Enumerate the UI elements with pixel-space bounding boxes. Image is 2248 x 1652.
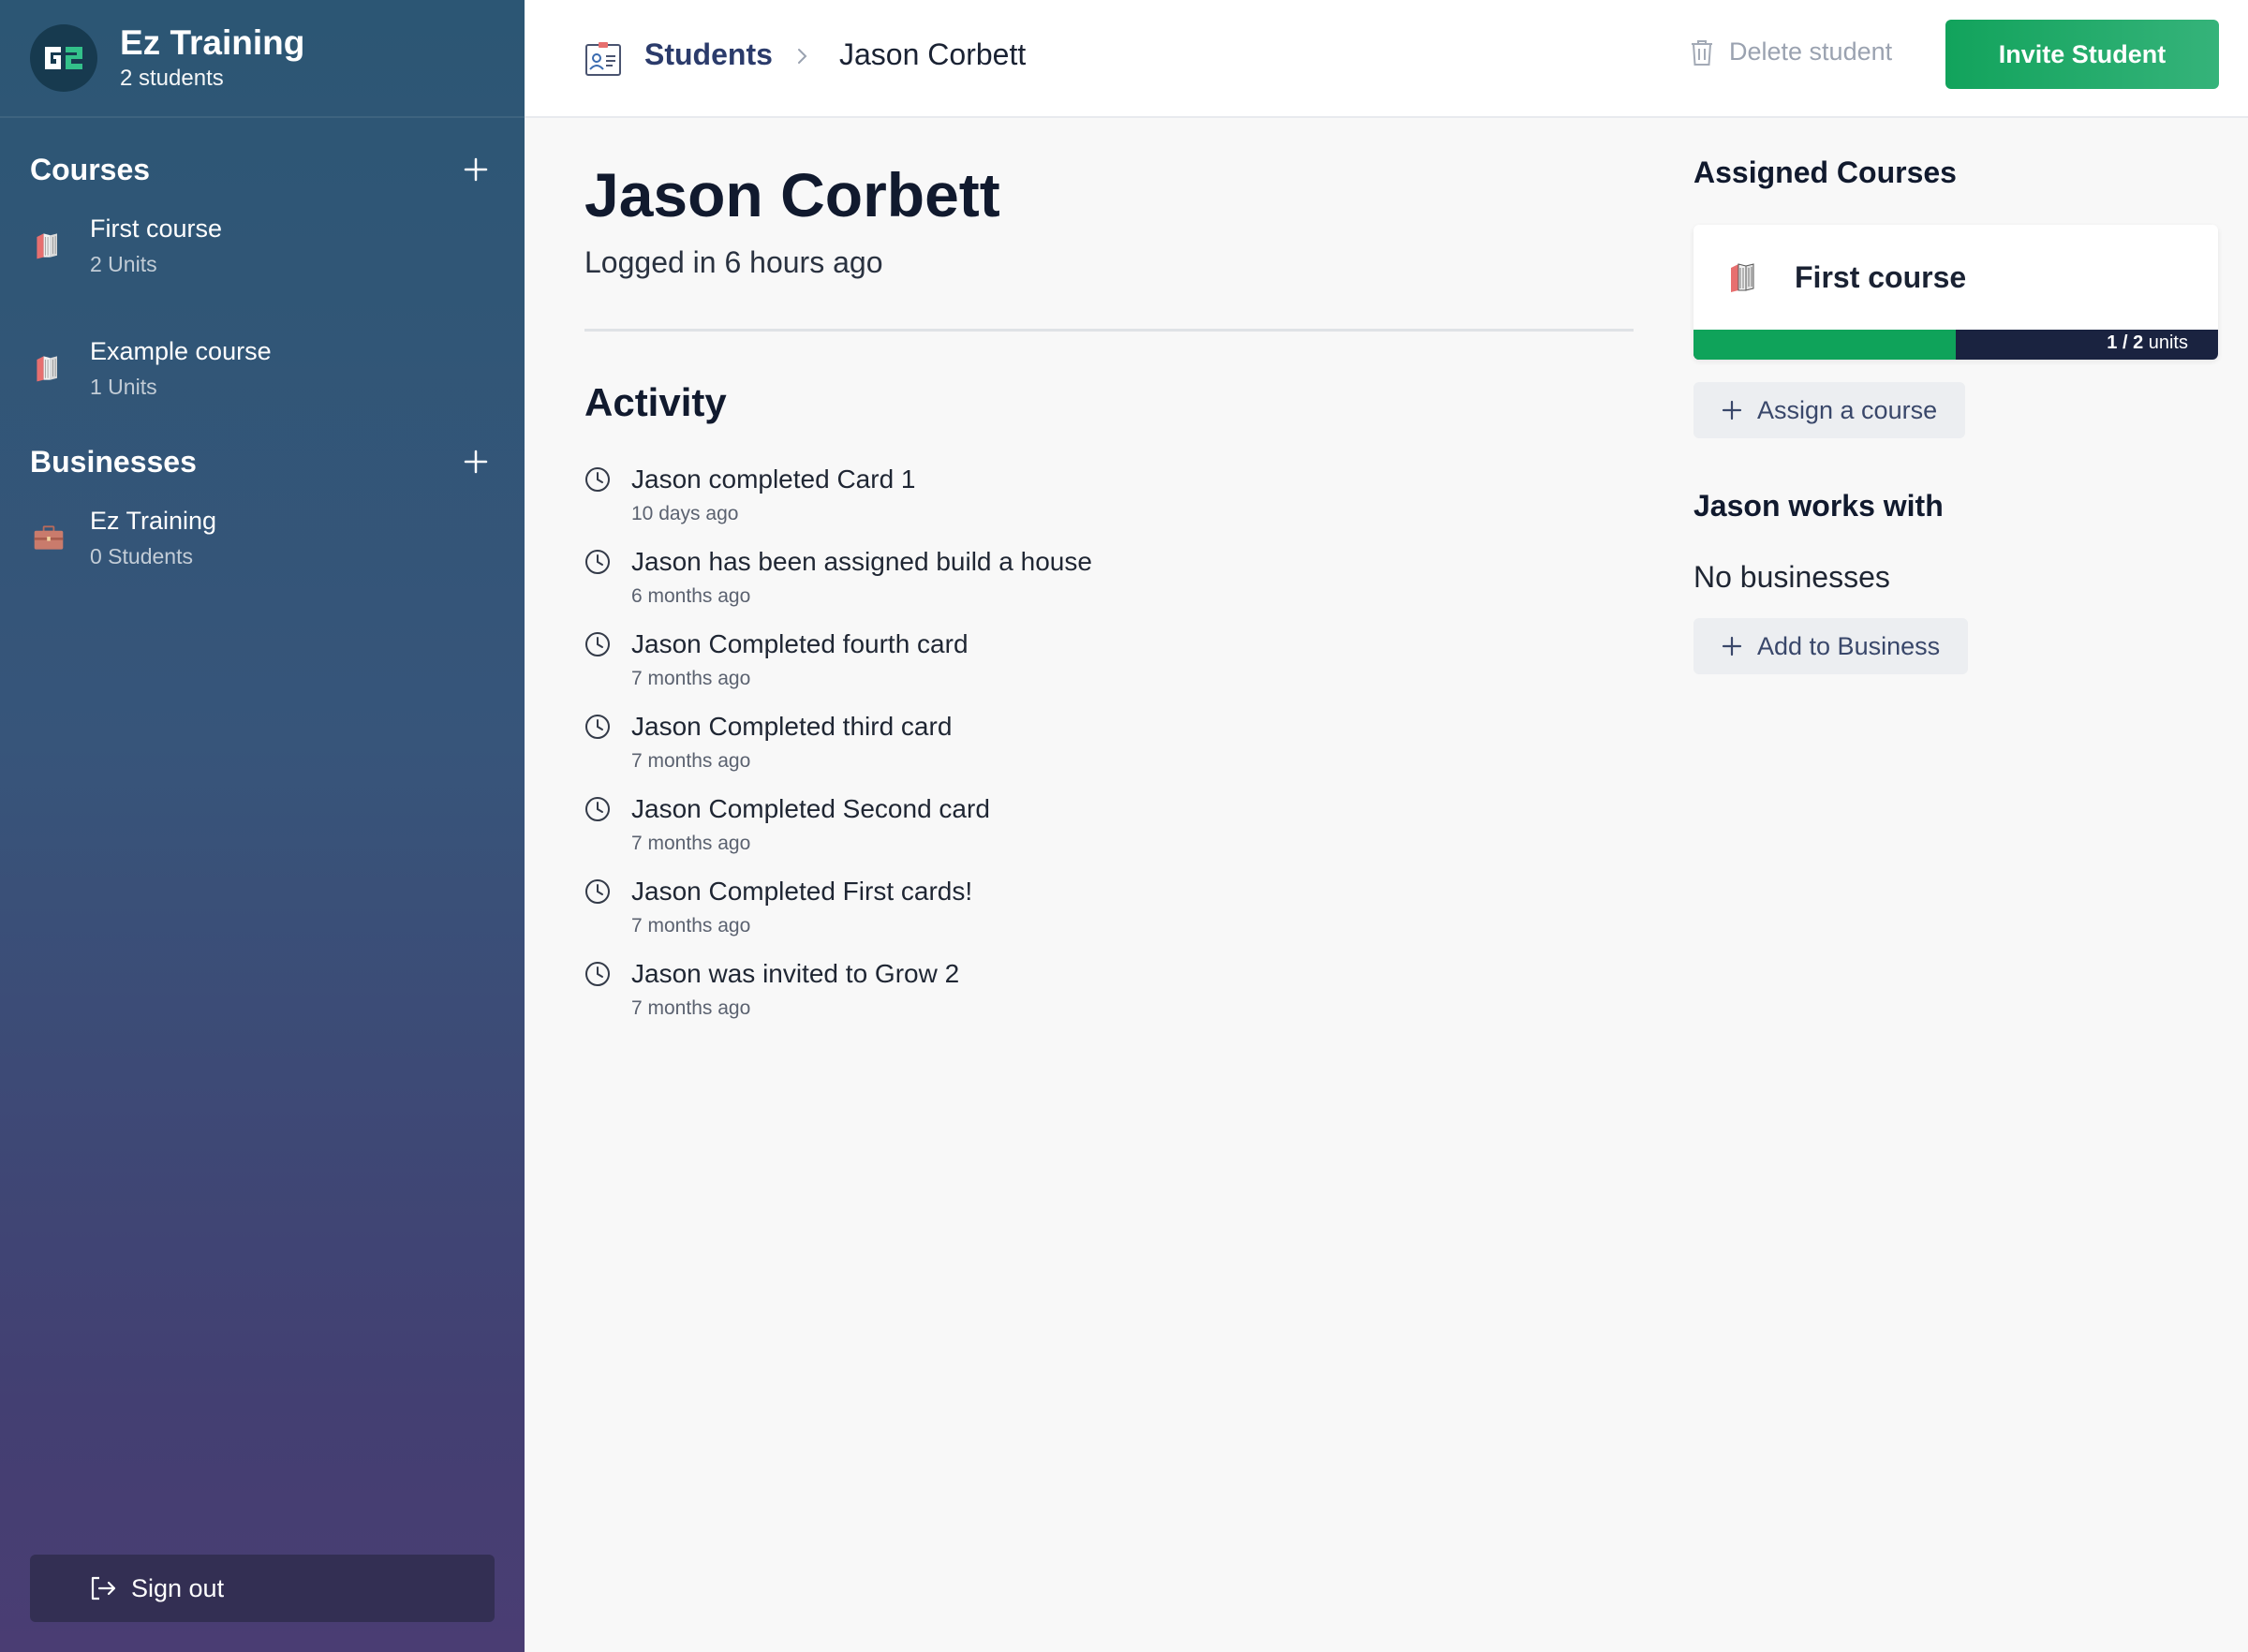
sidebar-item-sublabel: 1 Units [90,374,157,399]
plus-icon [1722,636,1742,656]
activity-list: Jason completed Card 1 10 days ago Jason … [584,463,1615,1040]
activity-text: Jason completed Card 1 [631,465,916,494]
clock-icon [585,550,610,574]
books-icon [1731,263,1754,292]
activity-heading: Activity [584,380,727,424]
assigned-courses-heading: Assigned Courses [1693,155,1957,189]
breadcrumb-current: Jason Corbett [839,37,1027,71]
progress-done: 1 [2107,332,2118,353]
activity-item: Jason Completed third card 7 months ago [584,710,1615,792]
activity-text: Jason Completed fourth card [631,629,969,658]
activity-item: Jason Completed Second card 7 months ago [584,792,1615,875]
plus-icon [464,450,488,474]
clock-icon [585,962,610,986]
activity-item: Jason completed Card 1 10 days ago [584,463,1615,545]
activity-text: Jason has been assigned build a house [631,547,1092,576]
activity-item: Jason Completed fourth card 7 months ago [584,627,1615,710]
breadcrumb-students-link[interactable]: Students [644,37,773,72]
sidebar-item-business[interactable]: Ez Training 0 Students [30,476,495,598]
delete-student-label: Delete student [1729,37,1893,66]
logo-icon [45,47,82,69]
page-title: Jason Corbett [584,160,1000,229]
plus-icon [1722,400,1742,420]
plus-icon [464,157,488,182]
clock-icon [585,715,610,739]
activity-item: Jason Completed First cards! 7 months ago [584,875,1615,957]
student-card-icon [585,42,621,76]
businesses-title: Businesses [30,444,197,479]
org-logo[interactable] [30,24,97,92]
no-businesses-text: No businesses [1693,560,1890,594]
activity-time: 7 months ago [631,668,751,689]
clock-icon [585,467,610,492]
clock-icon [585,879,610,904]
trash-icon [1692,39,1712,66]
activity-text: Jason Completed Second card [631,794,990,823]
sidebar-item-sublabel: 2 Units [90,251,157,276]
clock-icon [585,632,610,656]
progress-unit: units [2143,332,2188,353]
activity-item: Jason has been assigned build a house 6 m… [584,545,1615,627]
last-login-status: Logged in 6 hours ago [584,245,883,279]
clock-icon [585,797,610,821]
course-progress-bar: 1 / 2 units [1693,330,2218,360]
add-business-button[interactable] [457,443,495,480]
assigned-course-card[interactable]: First course 1 / 2 units [1693,225,2218,360]
works-with-heading: Jason works with [1693,489,1944,523]
sidebar-item-label: Example course [90,336,272,365]
course-progress-label: 1 / 2 units [2107,332,2188,354]
course-progress-fill [1693,330,1956,360]
activity-time: 7 months ago [631,915,751,937]
divider [584,329,1634,332]
top-bar: Students Jason Corbett Delete student In… [525,0,2248,118]
sidebar-item-course[interactable]: First course 2 Units [30,184,495,306]
sidebar-item-label: Ez Training [90,506,217,535]
books-icon [30,227,67,264]
activity-time: 10 days ago [631,503,739,524]
assigned-course-header: First course [1693,225,2218,330]
activity-text: Jason was invited to Grow 2 [631,959,960,988]
sidebar-item-sublabel: 0 Students [90,543,193,568]
sidebar-header: Ez Training 2 students [0,0,525,118]
briefcase-icon [30,519,67,556]
add-to-business-label: Add to Business [1757,631,1941,660]
sidebar-item-label: First course [90,214,223,243]
invite-student-button[interactable]: Invite Student [1945,20,2219,89]
books-icon [30,349,67,387]
sidebar: Ez Training 2 students Courses First cou… [0,0,525,1652]
activity-time: 6 months ago [631,585,751,607]
org-info: Ez Training 2 students [120,22,304,94]
org-name: Ez Training [120,23,305,62]
progress-total: 2 [2133,332,2144,353]
activity-item: Jason was invited to Grow 2 7 months ago [584,957,1615,1040]
activity-time: 7 months ago [631,833,751,854]
courses-title: Courses [30,152,151,186]
courses-section: Courses First course 2 Units Example cou… [0,118,525,429]
org-student-count: 2 students [120,66,224,91]
activity-text: Jason Completed First cards! [631,877,973,906]
assign-course-button[interactable]: Assign a course [1693,382,1966,438]
assigned-course-name: First course [1795,259,1967,294]
delete-student-button[interactable]: Delete student [1690,37,1892,66]
sign-out-button[interactable]: Sign out [30,1555,495,1622]
activity-time: 7 months ago [631,750,751,772]
chevron-right-icon [798,49,807,64]
sign-out-icon [91,1576,116,1600]
add-to-business-button[interactable]: Add to Business [1693,618,1969,674]
activity-time: 7 months ago [631,997,751,1019]
businesses-section: Businesses Ez Training 0 Students [0,410,525,598]
add-course-button[interactable] [457,151,495,188]
activity-text: Jason Completed third card [631,712,953,741]
sign-out-label: Sign out [131,1573,225,1602]
assign-course-label: Assign a course [1757,395,1938,424]
progress-separator: / [2117,332,2134,353]
